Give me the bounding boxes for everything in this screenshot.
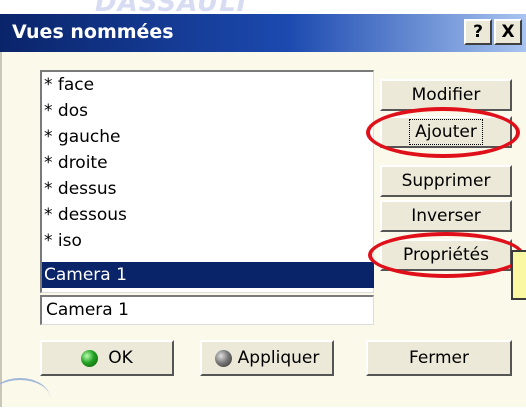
reverse-button-label: Inverser: [411, 206, 481, 226]
list-item[interactable]: * dos: [42, 98, 374, 124]
highlight-ellipse-properties: [368, 232, 524, 278]
apply-button[interactable]: Appliquer: [200, 340, 334, 376]
list-item-selected[interactable]: Camera 1: [42, 262, 374, 288]
close-dialog-button[interactable]: Fermer: [366, 340, 512, 376]
delete-button[interactable]: Supprimer: [380, 165, 512, 197]
green-status-icon: [81, 349, 99, 367]
apply-button-label: Appliquer: [237, 348, 320, 368]
close-dialog-button-label: Fermer: [408, 348, 469, 368]
ok-button-label: OK: [108, 348, 133, 368]
view-name-field[interactable]: Camera 1: [40, 295, 374, 325]
list-item[interactable]: * droite: [42, 150, 374, 176]
list-item[interactable]: * iso: [42, 228, 374, 254]
named-views-list[interactable]: * face * dos * gauche * droite * dessus …: [40, 70, 374, 293]
callout-note: [511, 250, 526, 300]
list-item[interactable]: * face: [42, 72, 374, 98]
reverse-button[interactable]: Inverser: [380, 200, 512, 232]
list-item[interactable]: * dessus: [42, 176, 374, 202]
modify-button-label: Modifier: [411, 85, 481, 105]
dialog-title: Vues nommées: [12, 21, 174, 43]
highlight-ellipse-add: [366, 107, 520, 158]
delete-button-label: Supprimer: [401, 171, 491, 191]
list-item[interactable]: * dessous: [42, 202, 374, 228]
list-item[interactable]: * gauche: [42, 124, 374, 150]
decorative-swirl: [0, 378, 50, 418]
help-button[interactable]: ?: [464, 19, 492, 45]
gray-status-icon: [214, 349, 232, 367]
close-button[interactable]: X: [494, 19, 522, 45]
ok-button[interactable]: OK: [40, 340, 174, 376]
